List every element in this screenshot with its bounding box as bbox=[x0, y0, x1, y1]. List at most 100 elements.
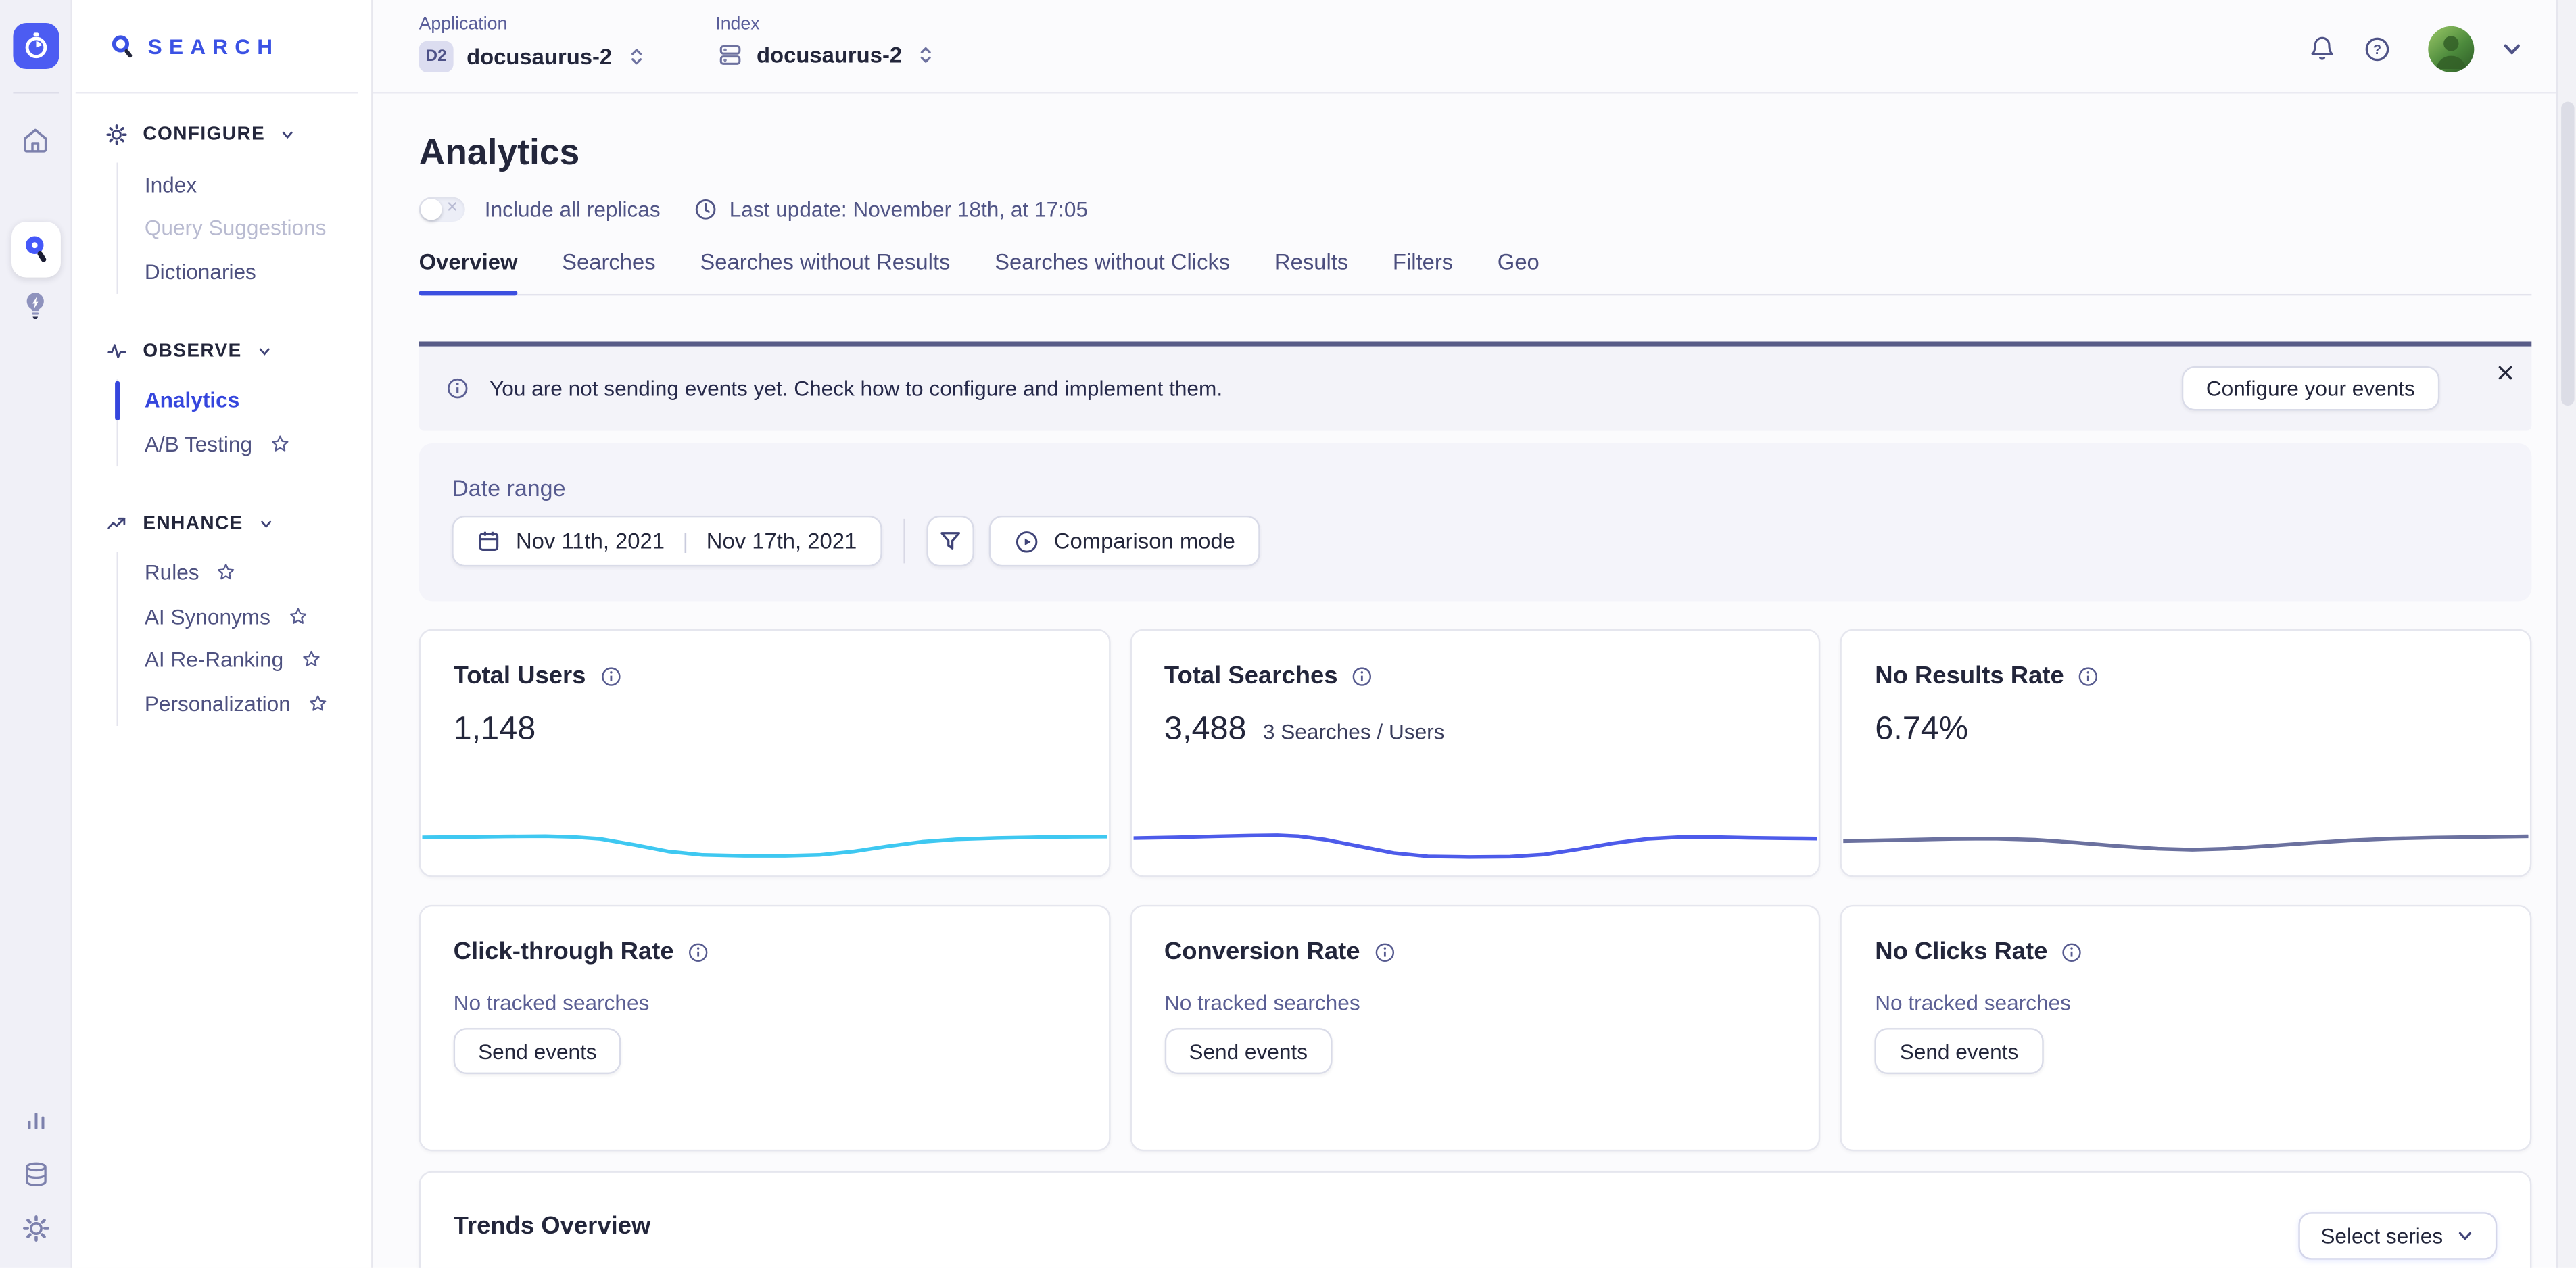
card-no-results-rate: No Results Rate 6.74% bbox=[1840, 629, 2531, 877]
sidebar-item-label: A/B Testing bbox=[145, 431, 252, 456]
trending-up-icon bbox=[105, 512, 128, 535]
favorite-star-icon[interactable] bbox=[268, 433, 290, 455]
toggle-knob bbox=[421, 199, 442, 220]
card-no-clicks-rate: No Clicks Rate No tracked searches Send … bbox=[1840, 905, 2531, 1151]
account-chevron-icon[interactable] bbox=[2500, 37, 2523, 60]
info-icon[interactable] bbox=[1351, 664, 1374, 687]
card-total-searches: Total Searches 3,488 3 Searches / Users bbox=[1130, 629, 1821, 877]
sidebar-item-ai-re-ranking[interactable]: AI Re-Ranking bbox=[118, 638, 371, 681]
include-replicas-label: Include all replicas bbox=[485, 197, 661, 222]
nav-head-label: OBSERVE bbox=[143, 341, 241, 360]
settings-gear-icon[interactable] bbox=[20, 1214, 50, 1244]
sidebar-item-label: Dictionaries bbox=[145, 259, 256, 283]
sidebar-item-ab-testing[interactable]: A/B Testing bbox=[118, 422, 371, 465]
database-icon[interactable] bbox=[20, 1159, 50, 1189]
tab-filters[interactable]: Filters bbox=[1393, 249, 1453, 274]
search-product-icon[interactable] bbox=[11, 222, 60, 278]
clock-icon bbox=[693, 197, 717, 222]
application-selector[interactable]: Application D2 docusaurus-2 bbox=[419, 15, 647, 92]
sparkline-total-users bbox=[422, 806, 1106, 865]
sidebar-item-dictionaries[interactable]: Dictionaries bbox=[118, 249, 371, 293]
card-subtitle: 3 Searches / Users bbox=[1263, 719, 1445, 743]
filter-button[interactable] bbox=[926, 516, 973, 566]
page-scrollbar[interactable] bbox=[2556, 0, 2576, 1268]
close-icon[interactable] bbox=[2496, 363, 2515, 383]
sidebar-nav: CONFIGURE Index Query Suggestions Dictio… bbox=[72, 94, 371, 771]
tab-results[interactable]: Results bbox=[1274, 249, 1348, 274]
sidebar-item-analytics[interactable]: Analytics bbox=[118, 379, 371, 422]
card-title: Click-through Rate bbox=[454, 937, 674, 965]
favorite-star-icon[interactable] bbox=[307, 693, 329, 714]
trends-title: Trends Overview bbox=[454, 1212, 651, 1240]
favorite-star-icon[interactable] bbox=[287, 606, 308, 627]
last-update-text: Last update: November 18th, at 17:05 bbox=[730, 197, 1088, 222]
play-circle-icon bbox=[1013, 528, 1039, 554]
comparison-mode-button[interactable]: Comparison mode bbox=[988, 516, 1260, 566]
configure-events-button[interactable]: Configure your events bbox=[2181, 366, 2439, 411]
sidebar-item-rules[interactable]: Rules bbox=[118, 551, 371, 594]
icon-rail bbox=[0, 0, 72, 1268]
card-conversion-rate: Conversion Rate No tracked searches Send… bbox=[1130, 905, 1821, 1151]
info-icon[interactable] bbox=[2061, 940, 2084, 963]
tab-searches-without-clicks[interactable]: Searches without Clicks bbox=[995, 249, 1230, 274]
tab-searches[interactable]: Searches bbox=[562, 249, 656, 274]
sidebar-item-index[interactable]: Index bbox=[118, 163, 371, 206]
app-window: SEARCH CONFIGURE bbox=[0, 0, 2576, 1268]
user-avatar[interactable] bbox=[2428, 26, 2474, 72]
magnifier-logo-icon bbox=[108, 32, 136, 59]
analytics-bars-icon[interactable] bbox=[20, 1105, 50, 1135]
card-title: No Results Rate bbox=[1875, 662, 2064, 689]
favorite-star-icon[interactable] bbox=[300, 649, 322, 670]
sidebar-item-label: Analytics bbox=[145, 388, 239, 412]
notifications-bell-icon[interactable] bbox=[2308, 34, 2336, 62]
tab-searches-without-results[interactable]: Searches without Results bbox=[700, 249, 950, 274]
nav-head-configure[interactable]: CONFIGURE bbox=[105, 123, 372, 146]
sidebar-item-ai-synonyms[interactable]: AI Synonyms bbox=[118, 595, 371, 638]
empty-state-text: No tracked searches bbox=[454, 990, 1076, 1015]
info-icon[interactable] bbox=[1373, 940, 1396, 963]
comparison-mode-label: Comparison mode bbox=[1054, 529, 1235, 553]
analytics-page: Analytics ✕ Include all replicas Last up… bbox=[373, 94, 2576, 1268]
date-range-picker[interactable]: Nov 11th, 2021 | Nov 17th, 2021 bbox=[452, 516, 882, 566]
nav-head-observe[interactable]: OBSERVE bbox=[105, 339, 372, 362]
send-events-button[interactable]: Send events bbox=[1164, 1028, 1333, 1074]
help-icon[interactable]: ? bbox=[2362, 34, 2392, 64]
home-icon[interactable] bbox=[20, 125, 51, 156]
info-icon[interactable] bbox=[599, 664, 622, 687]
sidebar-item-personalization[interactable]: Personalization bbox=[118, 681, 371, 725]
rail-divider bbox=[12, 92, 58, 93]
sidebar-item-label: AI Synonyms bbox=[145, 604, 270, 629]
tab-overview[interactable]: Overview bbox=[419, 249, 518, 274]
card-title: Total Searches bbox=[1164, 662, 1338, 689]
chevron-down-icon bbox=[280, 126, 296, 143]
recommend-bulb-icon[interactable] bbox=[20, 289, 51, 324]
event-cards-row: Click-through Rate No tracked searches S… bbox=[419, 905, 2532, 1151]
sort-chevrons-icon bbox=[625, 45, 647, 69]
tab-geo[interactable]: Geo bbox=[1498, 249, 1540, 274]
send-events-button[interactable]: Send events bbox=[1875, 1028, 2043, 1074]
sparkline-no-results-rate bbox=[1844, 806, 2528, 865]
include-replicas-toggle[interactable]: ✕ bbox=[419, 197, 465, 222]
favorite-star-icon[interactable] bbox=[216, 562, 237, 584]
index-selector[interactable]: Index docusaurus-2 bbox=[715, 15, 936, 92]
send-events-button[interactable]: Send events bbox=[454, 1028, 622, 1074]
application-value: docusaurus-2 bbox=[467, 45, 612, 69]
sidebar-item-label: Index bbox=[145, 172, 197, 197]
nav-section-enhance: ENHANCE Rules AI Synonyms AI Re-Ranking bbox=[105, 512, 372, 725]
nav-head-enhance[interactable]: ENHANCE bbox=[105, 512, 372, 535]
sidebar-item-query-suggestions[interactable]: Query Suggestions bbox=[118, 206, 371, 249]
chevron-down-icon bbox=[2456, 1227, 2475, 1245]
funnel-icon bbox=[937, 529, 961, 553]
product-logo[interactable]: SEARCH bbox=[76, 0, 358, 94]
card-click-through-rate: Click-through Rate No tracked searches S… bbox=[419, 905, 1110, 1151]
scrollbar-thumb[interactable] bbox=[2561, 102, 2574, 406]
last-update: Last update: November 18th, at 17:05 bbox=[693, 197, 1088, 222]
info-icon[interactable] bbox=[2077, 664, 2100, 687]
sidebar-item-label: Rules bbox=[145, 560, 199, 585]
select-series-button[interactable]: Select series bbox=[2297, 1212, 2497, 1259]
product-logo-text: SEARCH bbox=[148, 34, 280, 58]
app-logo-tile[interactable] bbox=[12, 23, 58, 69]
trends-overview-card: Trends Overview Select series bbox=[419, 1171, 2532, 1267]
index-server-icon bbox=[715, 41, 743, 69]
info-icon[interactable] bbox=[687, 940, 710, 963]
